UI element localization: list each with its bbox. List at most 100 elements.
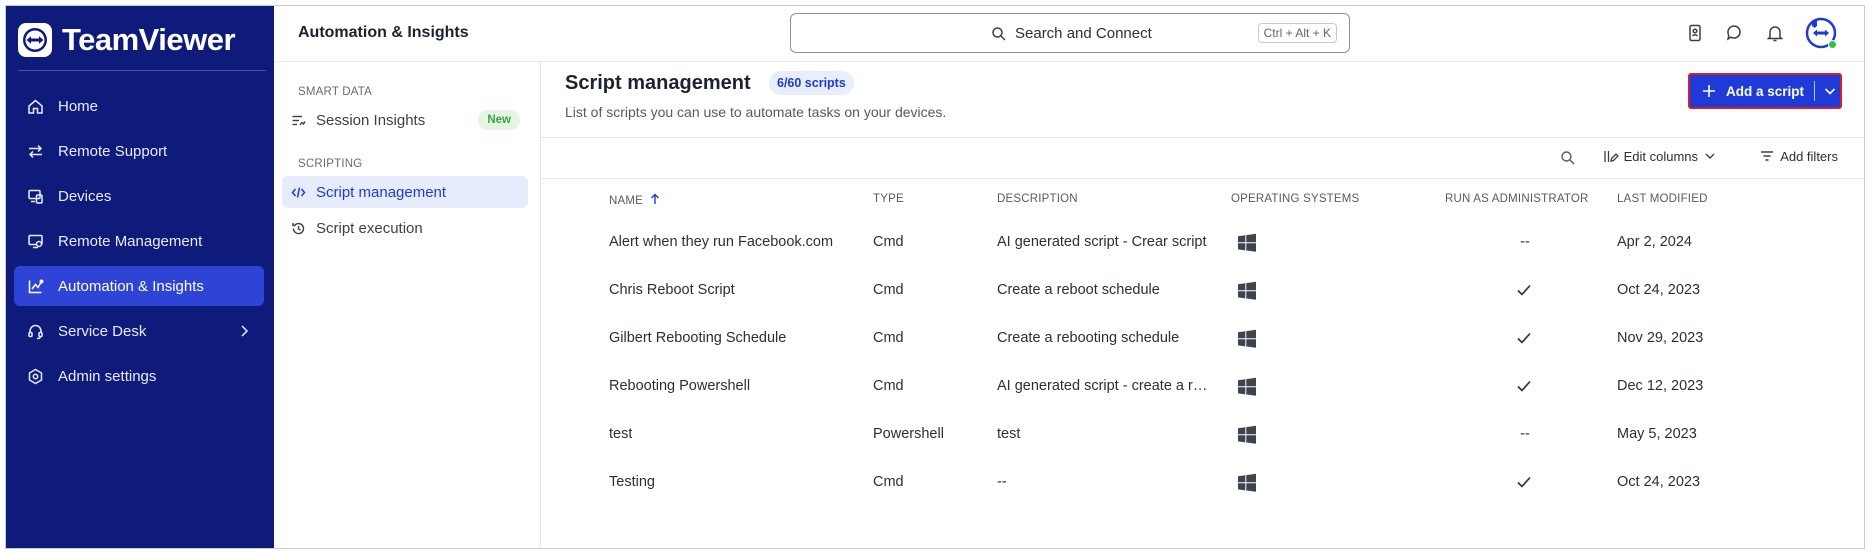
last-modified-date: May 5, 2023 [1617,426,1697,442]
last-modified-date: Nov 29, 2023 [1617,330,1704,346]
script-description: AI generated script - Crear script [997,234,1207,250]
subnav-item-script-execution[interactable]: Script execution [282,212,528,244]
nav-label: Remote Support [58,142,168,160]
search-icon [991,26,1007,42]
top-icons [1684,16,1838,50]
run-as-admin-value: -- [1520,426,1530,442]
button-separator [1814,81,1816,101]
edit-columns-button[interactable]: Edit columns [1603,148,1716,164]
automation-icon [26,277,44,295]
subnav-item-script-management[interactable]: Script management [282,176,528,208]
script-name[interactable]: Rebooting Powershell [609,378,750,394]
nav-label: Remote Management [58,232,203,250]
section-title: Automation & Insights [298,24,469,41]
plus-icon [1702,84,1716,98]
windows-icon [1237,329,1257,349]
nav-item-devices[interactable]: Devices [14,176,264,216]
checkmark-icon [1515,281,1533,299]
column-header-name[interactable]: NAME [609,193,661,207]
column-header-os[interactable]: OPERATING SYSTEMS [1231,193,1359,205]
script-type: Cmd [873,378,904,394]
table-search-icon[interactable] [1560,150,1576,166]
nav-label: Service Desk [58,322,147,340]
monitor-management-icon [26,232,44,250]
last-modified-date: Apr 2, 2024 [1617,234,1692,250]
last-modified-date: Oct 24, 2023 [1617,474,1701,490]
headset-icon [26,322,44,340]
table-row[interactable]: Chris Reboot Script Cmd Create a reboot sc… [541,267,1864,315]
nav-item-automation-insights[interactable]: Automation & Insights [14,266,264,306]
chevron-down-icon[interactable] [1823,84,1837,98]
table-row[interactable]: Rebooting Powershell Cmd AI generated scri… [541,363,1864,411]
script-name[interactable]: Gilbert Rebooting Schedule [609,330,786,346]
add-filters-label: Add filters [1780,148,1838,164]
table-row[interactable]: Testing Cmd -- Oct 24, 2023 [541,459,1864,507]
add-script-label: Add a script [1726,83,1805,99]
table-row[interactable]: test Powershell test -- May 5, 2023 [541,411,1864,459]
nav-item-remote-management[interactable]: Remote Management [14,221,264,261]
page-title: Script management [565,72,751,94]
device-id-icon[interactable] [1684,22,1706,44]
teamviewer-logo[interactable]: TeamViewer [18,18,236,62]
script-count-badge: 6/60 scripts [769,71,854,95]
nav-label: Devices [58,187,112,205]
nav-item-admin-settings[interactable]: Admin settings [14,356,264,396]
sort-ascending-icon [649,193,661,205]
chat-icon[interactable] [1724,22,1746,44]
script-name[interactable]: Alert when they run Facebook.com [609,234,833,250]
column-header-run-as-admin[interactable]: RUN AS ADMINISTRATOR [1445,193,1589,205]
checkmark-icon [1515,329,1533,347]
add-script-button[interactable]: Add a script [1688,73,1842,109]
subnav-label: Script management [316,183,447,201]
edit-columns-icon [1603,148,1619,164]
nav-item-remote-support[interactable]: Remote Support [14,131,264,171]
nav-item-home[interactable]: Home [14,86,264,126]
windows-icon [1237,233,1257,253]
notification-bell-icon[interactable] [1764,22,1786,44]
subnav-group-scripting: SCRIPTING [298,158,363,170]
table-header: NAME TYPE DESCRIPTION OPERATING SYSTEMS … [541,179,1864,219]
search-and-connect-input[interactable]: Search and Connect Ctrl + Alt + K [790,13,1350,53]
chevron-down-icon [1704,150,1716,162]
main-nav: Home Remote Support Devices Remote Manag… [14,86,264,401]
nav-label: Home [58,97,99,115]
script-description: -- [997,474,1007,490]
keyboard-shortcut: Ctrl + Alt + K [1257,23,1337,43]
code-icon [290,184,306,200]
teamviewer-logo-icon [18,23,52,57]
column-header-type[interactable]: TYPE [873,193,904,205]
search-label: Search and Connect [1015,25,1152,42]
add-filters-button[interactable]: Add filters [1759,148,1838,164]
page-subtitle: List of scripts you can use to automate … [565,104,947,120]
script-type: Cmd [873,330,904,346]
script-type: Cmd [873,282,904,298]
script-type: Cmd [873,234,904,250]
devices-icon [26,187,44,205]
subnav-label: Session Insights [316,111,426,129]
brand-name: TeamViewer [62,22,236,57]
last-modified-date: Oct 24, 2023 [1617,282,1701,298]
home-icon [26,97,44,115]
secondary-nav: SMART DATA Session Insights New SCRIPTIN… [274,62,541,548]
script-description: test [997,426,1021,442]
script-name[interactable]: Testing [609,474,655,490]
top-bar: Automation & Insights Search and Connect… [274,6,1864,62]
insights-list-icon [290,112,306,128]
windows-icon [1237,281,1257,301]
arrows-swap-icon [26,142,44,160]
column-header-last-modified[interactable]: LAST MODIFIED [1617,193,1708,205]
run-as-admin-value: -- [1520,234,1530,250]
main-content: Script management 6/60 scripts List of s… [541,62,1864,548]
nav-label: Admin settings [58,367,157,385]
chevron-right-icon [236,323,252,339]
user-avatar[interactable] [1804,16,1838,50]
table-row[interactable]: Gilbert Rebooting Schedule Cmd Create a re… [541,315,1864,363]
nav-item-service-desk[interactable]: Service Desk [14,311,264,351]
checkmark-icon [1515,473,1533,491]
column-header-description[interactable]: DESCRIPTION [997,193,1209,205]
subnav-item-session-insights[interactable]: Session Insights New [282,104,528,136]
table-row[interactable]: Alert when they run Facebook.com Cmd AI ge… [541,219,1864,267]
script-name[interactable]: test [609,426,632,442]
online-status-dot [1828,40,1837,49]
script-name[interactable]: Chris Reboot Script [609,282,735,298]
